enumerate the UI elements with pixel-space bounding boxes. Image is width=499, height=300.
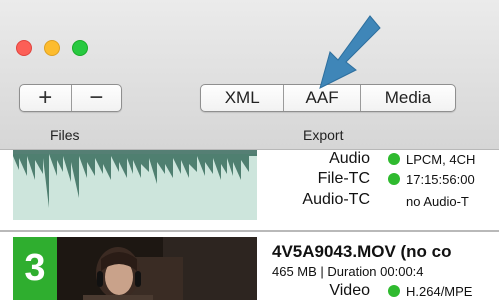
clip-number-badge: 3 [13,237,57,300]
export-group-label: Export [303,127,344,143]
clip-divider [0,230,499,232]
clip-size-duration: 465 MB | Duration 00:00:4 [272,264,424,279]
status-ok-icon [388,153,400,165]
video-value: H.264/MPE [388,284,472,299]
status-ok-icon [388,173,400,185]
file-tc-value: 17:15:56:00 [388,172,475,187]
audio-waveform-thumbnail[interactable] [13,150,257,220]
audio-value: LPCM, 4CH [388,152,475,167]
files-group-label: Files [50,127,80,143]
window-toolbar: + − Files XML AAF Media Export [0,0,499,150]
minimize-window-button[interactable] [44,40,60,56]
remove-file-button[interactable]: − [70,85,122,111]
pointer-arrow-icon [319,15,381,89]
files-segmented-control: + − [19,84,122,112]
close-window-button[interactable] [16,40,32,56]
add-file-button[interactable]: + [20,85,71,111]
audio-key: Audio [329,150,370,167]
clip-filename: 4V5A9043.MOV (no co [272,242,452,261]
video-key: Video [329,282,370,299]
clip-list[interactable]: Audio LPCM, 4CH File-TC 17:15:56:00 Audi… [0,150,499,300]
zoom-window-button[interactable] [72,40,88,56]
file-tc-key: File-TC [317,170,370,187]
export-xml-button[interactable]: XML [201,85,283,111]
status-ok-icon [388,285,400,297]
audio-tc-value: no Audio-T [406,194,469,209]
audio-tc-key: Audio-TC [302,191,370,208]
